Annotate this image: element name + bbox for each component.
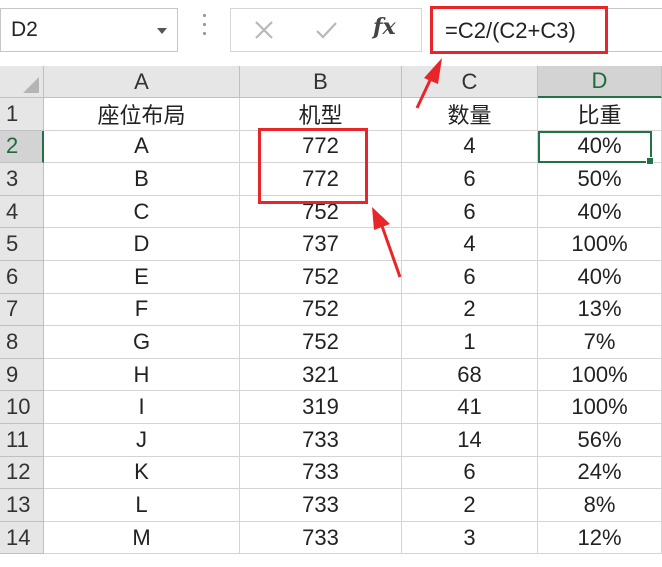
arrow-to-formula — [415, 58, 442, 109]
annotation-arrows — [372, 58, 442, 278]
arrow-to-highlight — [372, 207, 402, 278]
